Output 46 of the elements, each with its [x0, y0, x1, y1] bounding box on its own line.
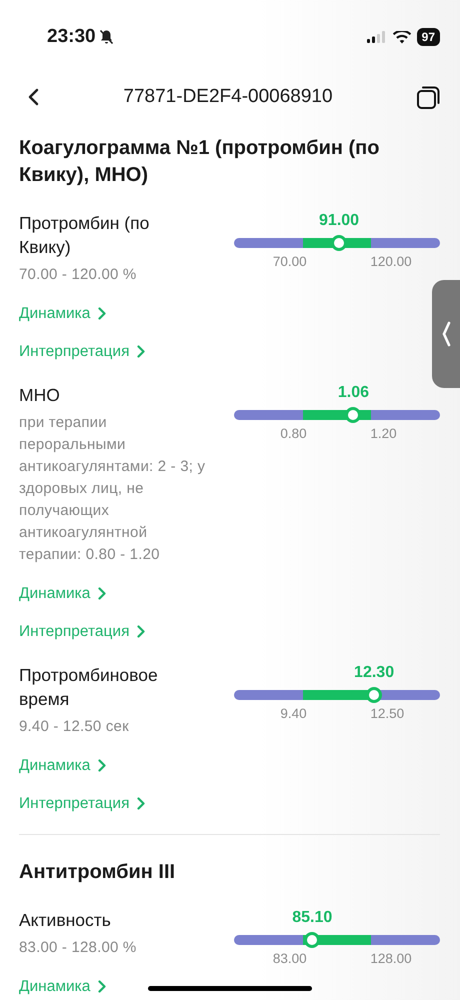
back-button[interactable]	[26, 87, 40, 107]
reference-range: при терапии пероральными антикоагулянтами: 2 - 3; у здоровых лиц, не получающих антикоагулянтной терапии: 0.80 - 1.20	[19, 413, 206, 565]
result-value: 1.06	[338, 384, 370, 402]
lower-limit: 83.00	[272, 951, 307, 966]
upper-limit: 128.00	[370, 951, 413, 966]
result-value: 91.00	[319, 212, 360, 230]
signal-icon	[366, 31, 385, 43]
order-number-title: 77871-DE2F4-00068910	[122, 86, 334, 108]
chevron-right-icon	[137, 345, 146, 358]
test-name: МНО	[19, 384, 61, 407]
interpretation-link[interactable]: Интерпретация	[19, 341, 146, 362]
side-panel-handle[interactable]	[432, 280, 460, 388]
lower-limit: 9.40	[279, 706, 307, 721]
upper-limit: 12.50	[370, 706, 406, 721]
upper-limit: 120.00	[370, 254, 413, 269]
reference-range: 70.00 - 120.00 %	[19, 265, 138, 285]
reference-range: 83.00 - 128.00 %	[19, 938, 138, 958]
chevron-right-icon	[137, 625, 146, 638]
test-name: Протромбин (по Квику)	[19, 212, 150, 259]
chevron-right-icon	[98, 980, 106, 993]
test-name: Протромбиновое время	[19, 664, 159, 711]
interpretation-link[interactable]: Интерпретация	[19, 621, 146, 642]
result-value: 85.10	[292, 909, 332, 927]
dynamics-link[interactable]: Динамика	[19, 303, 106, 324]
chevron-right-icon	[98, 307, 106, 320]
dynamics-link[interactable]: Динамика	[19, 583, 106, 604]
upper-limit: 1.20	[370, 426, 398, 441]
dynamics-link[interactable]: Динамика	[19, 976, 106, 997]
interpretation-link[interactable]: Интерпретация	[19, 793, 146, 814]
result-value: 12.30	[354, 664, 394, 682]
dynamics-link[interactable]: Динамика	[19, 755, 106, 776]
reference-range: 9.40 - 12.50 сек	[19, 717, 130, 737]
test-name: Активность	[19, 909, 112, 932]
status-time: 23:30	[47, 26, 96, 48]
chevron-right-icon	[98, 759, 106, 772]
chevron-left-icon	[441, 321, 451, 347]
battery-icon: 97	[416, 28, 440, 46]
chevron-right-icon	[98, 587, 106, 600]
lower-limit: 70.00	[272, 254, 307, 269]
copy-button[interactable]	[416, 84, 442, 110]
section-heading: Антитромбин III	[18, 860, 176, 885]
chevron-right-icon	[137, 797, 146, 810]
lower-limit: 0.80	[279, 426, 307, 441]
section-heading: Коагулограмма №1 (протромбин (по Квику), МНО)	[18, 136, 380, 188]
bell-slash-icon	[98, 29, 114, 45]
wifi-icon	[392, 30, 411, 44]
